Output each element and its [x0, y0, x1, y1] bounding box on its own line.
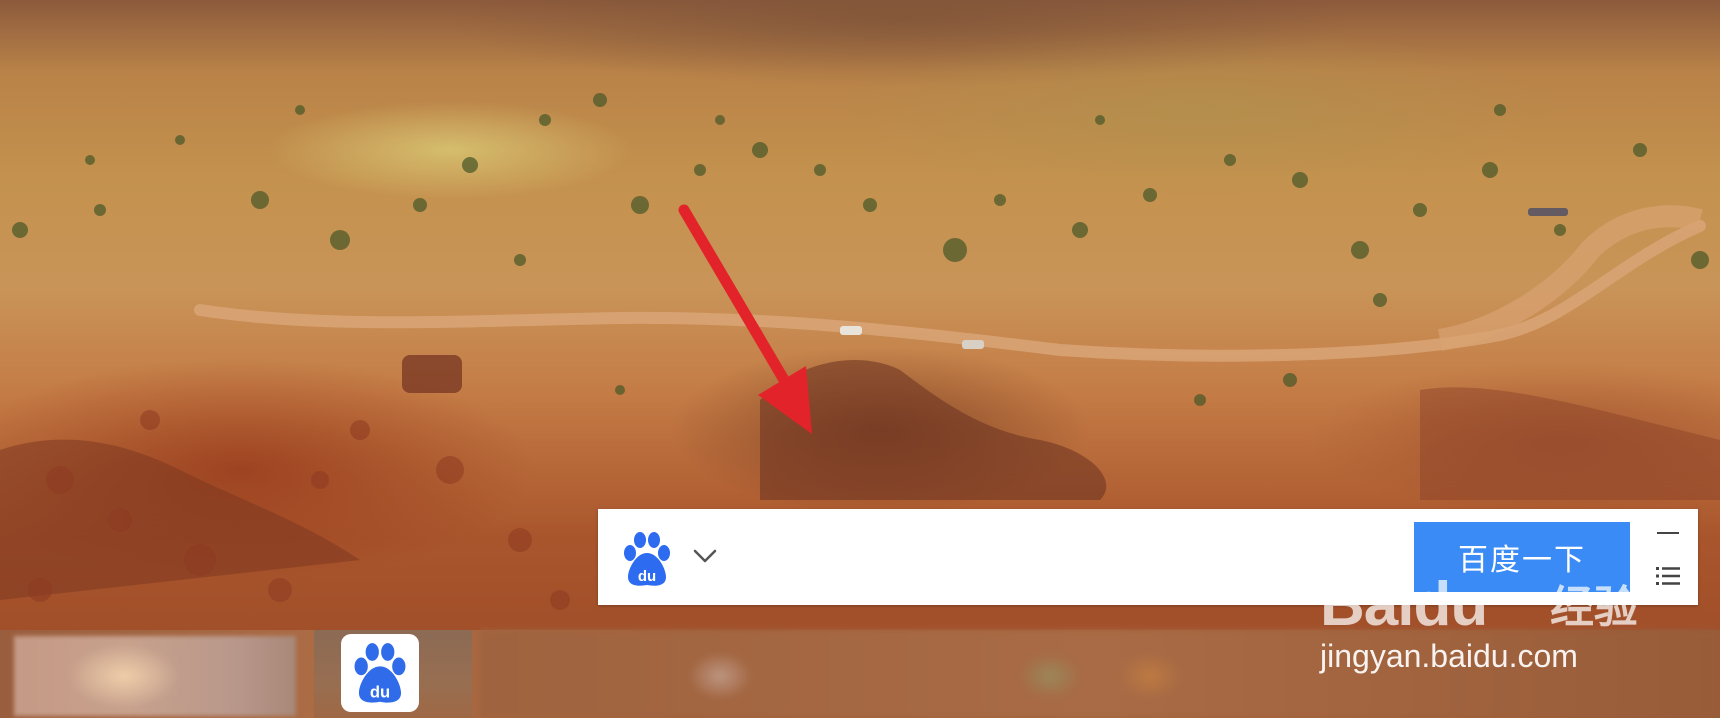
taskbar: du [0, 630, 1720, 718]
blurred-taskbar-items [480, 630, 1720, 718]
list-menu-icon[interactable] [1653, 561, 1683, 591]
annotation-arrow [678, 204, 812, 434]
baidu-paw-logo-icon: du [620, 531, 674, 587]
chevron-down-icon[interactable] [690, 541, 720, 571]
desktop-screen: du 百度一下 du Baidu 经验 jingyan.baidu.com [0, 0, 1720, 718]
svg-text:du: du [638, 568, 656, 585]
baidu-search-bar: du 百度一下 [598, 509, 1698, 605]
search-input[interactable] [738, 527, 1462, 587]
minimize-icon[interactable] [1653, 523, 1683, 543]
svg-text:du: du [370, 682, 390, 701]
search-button[interactable]: 百度一下 [1414, 522, 1630, 592]
baidu-app-icon[interactable]: du [341, 634, 419, 712]
blurred-window-thumbnail[interactable] [14, 636, 296, 716]
